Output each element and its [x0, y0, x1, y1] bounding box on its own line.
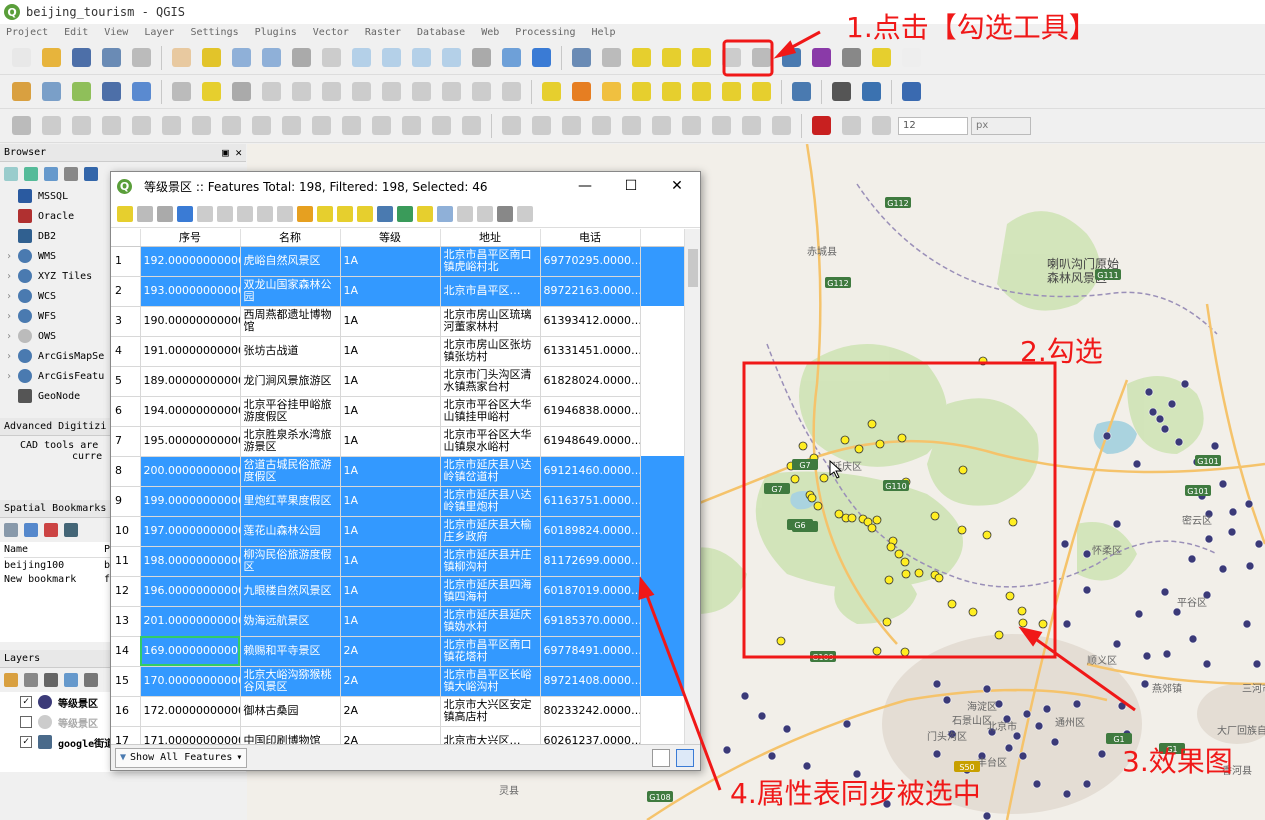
select-tool-highlight	[722, 39, 774, 77]
annotation-overlay	[638, 30, 1136, 791]
